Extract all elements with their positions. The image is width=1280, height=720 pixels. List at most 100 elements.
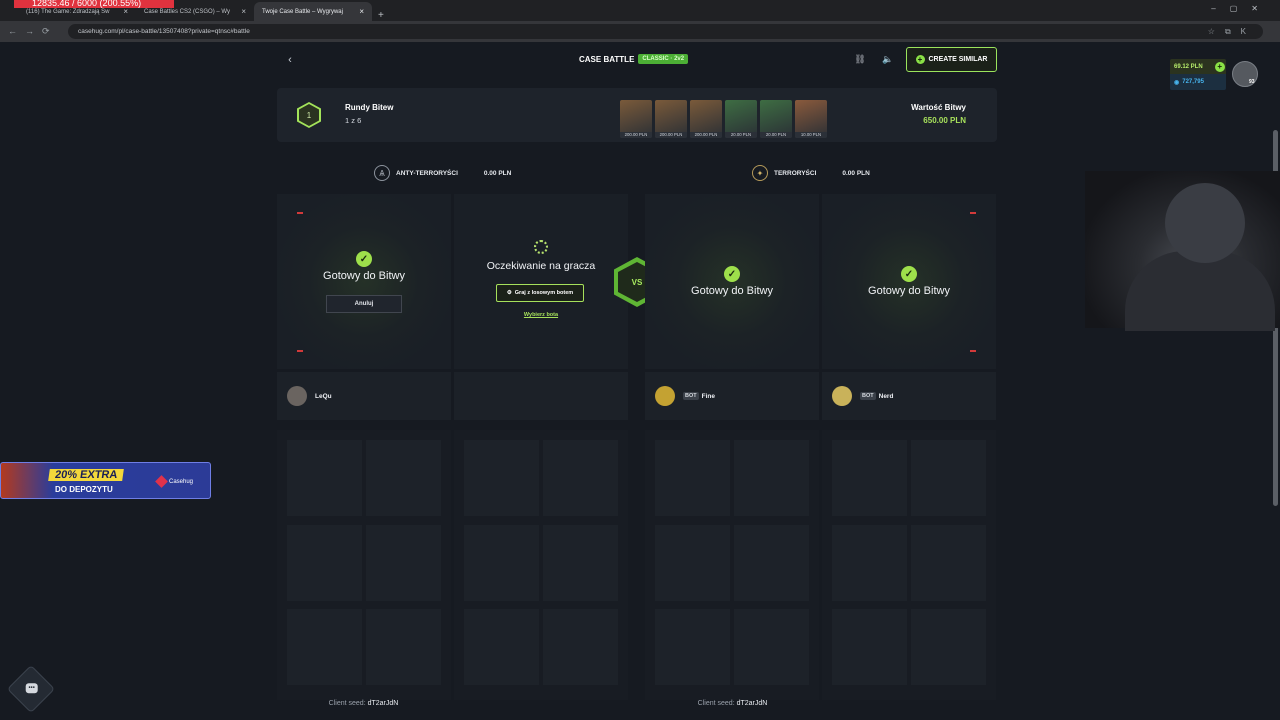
drop-cell	[832, 524, 907, 601]
drop-cell	[543, 524, 618, 601]
wallet[interactable]: 69.12 PLN + ◉ 727,795	[1170, 59, 1226, 93]
webcam-overlay	[1085, 171, 1280, 331]
battle-value-amount: 650.00 PLN	[923, 116, 966, 125]
close-icon[interactable]: ×	[359, 7, 364, 16]
ready-text: Gotowy do Bitwy	[323, 270, 405, 282]
drop-cell	[366, 440, 441, 516]
url-field[interactable]: casehug.com/pl/case-battle/13507408?priv…	[68, 24, 1263, 39]
seed-label: Client seed:	[697, 700, 735, 707]
case-item[interactable]: 200.00 PLN	[620, 100, 652, 138]
check-icon: ✓	[724, 266, 740, 282]
drop-cell	[734, 440, 809, 516]
drop-cell	[655, 524, 730, 601]
webcam-body	[1125, 251, 1275, 331]
new-tab-icon[interactable]: +	[372, 10, 390, 21]
case-price: 200.00 PLN	[620, 132, 652, 138]
plus-icon: +	[915, 55, 925, 64]
address-bar-row: ←→⟳ casehug.com/pl/case-battle/13507408?…	[0, 21, 1280, 42]
promo-brand: Casehug	[155, 475, 193, 488]
corner-mark	[970, 350, 976, 352]
balance-value: 69.12 PLN	[1174, 63, 1203, 70]
deposit-plus-icon[interactable]: +	[1214, 61, 1225, 72]
drop-cell	[287, 609, 362, 686]
drop-cell	[832, 609, 907, 686]
create-similar-label: CREATE SIMILAR	[928, 56, 988, 63]
player-name: Fine	[701, 392, 715, 400]
case-item[interactable]: 200.00 PLN	[655, 100, 687, 138]
drop-grid-2	[454, 430, 628, 700]
player-row-4[interactable]: BOT Nerd	[822, 372, 996, 420]
choose-bot-link[interactable]: Wybierz bota	[454, 312, 628, 318]
team-name: TERRORYŚCI	[774, 169, 817, 177]
play-with-bot-label: Graj z losowym botem	[514, 290, 574, 296]
team-name: ANTY-TERRORYŚCI	[396, 169, 458, 177]
user-level: 93	[1249, 79, 1255, 85]
window-controls[interactable]: –▢✕	[1211, 4, 1272, 13]
player-row-3[interactable]: BOT Fine	[645, 372, 819, 420]
page-content: ‹ CASE BATTLE CLASSIC · 2v2 ⛓ 🔈 + CREATE…	[0, 42, 1280, 720]
sound-icon[interactable]: 🔈	[881, 52, 895, 66]
player-slot-3: ✓ Gotowy do Bitwy	[645, 194, 819, 369]
title-wrap: CASE BATTLE CLASSIC · 2v2	[579, 54, 689, 64]
close-icon[interactable]: ×	[241, 7, 246, 16]
chat-icon: •••	[25, 683, 38, 694]
create-similar-button[interactable]: + CREATE SIMILAR	[906, 47, 997, 72]
case-item[interactable]: 10.00 PLN	[795, 100, 827, 138]
drop-cell	[543, 440, 618, 516]
bot-avatar	[655, 386, 675, 406]
chevron-left-icon: ‹	[288, 54, 292, 66]
case-price: 20.00 PLN	[760, 132, 792, 138]
back-button[interactable]: ‹	[277, 48, 303, 72]
player-row-1[interactable]: LeQu	[277, 372, 451, 420]
play-with-bot-button[interactable]: ⚙ Graj z losowym botem	[496, 284, 584, 302]
nav-buttons[interactable]: ←→⟳	[8, 26, 68, 37]
bot-avatar	[832, 386, 852, 406]
battle-header: ‹ CASE BATTLE CLASSIC · 2v2 ⛓ 🔈 + CREATE…	[277, 45, 997, 75]
brand-logo-icon	[155, 475, 168, 488]
drop-cell	[543, 609, 618, 686]
corner-mark	[297, 212, 303, 214]
promo-deposit: DO DEPOZYTU	[55, 485, 113, 494]
case-item[interactable]: 200.00 PLN	[690, 100, 722, 138]
browser-tab-3[interactable]: Twoje Case Battle – Wygrywaj ×	[254, 2, 372, 21]
drop-cell	[464, 609, 539, 686]
corner-mark	[970, 212, 976, 214]
case-price: 20.00 PLN	[725, 132, 757, 138]
drop-cell	[366, 524, 441, 601]
avatar	[287, 386, 307, 406]
bot-tag: BOT	[683, 392, 699, 400]
deposit-promo-banner[interactable]: 20% EXTRA DO DEPOZYTU Casehug	[0, 462, 211, 499]
player-name: Nerd	[878, 392, 894, 400]
seed-value: dT2arJdN	[367, 700, 399, 707]
team-total: 0.00 PLN	[483, 169, 512, 177]
browser-tab-label: Twoje Case Battle – Wygrywaj	[262, 8, 343, 15]
drop-cell	[911, 440, 986, 516]
t-team-icon: ✦	[752, 165, 768, 181]
player-slot-1: ✓ Gotowy do Bitwy Anuluj	[277, 194, 451, 369]
team-t: ✦ TERRORYŚCI 0.00 PLN	[752, 165, 870, 181]
seed-label: Client seed:	[328, 700, 366, 707]
link-icon[interactable]: ⛓	[853, 52, 867, 66]
drop-cell	[911, 524, 986, 601]
player-name: LeQu	[315, 392, 332, 400]
loading-spinner-icon	[534, 240, 548, 254]
drop-grid-3	[645, 430, 819, 700]
stream-goal-overlay: 12835.46 / 6000 (200.55%)	[14, 0, 174, 8]
team-total: 0.00 PLN	[842, 169, 870, 177]
cancel-button[interactable]: Anuluj	[326, 295, 402, 313]
close-icon[interactable]: ×	[123, 7, 128, 16]
balance[interactable]: 69.12 PLN +	[1170, 59, 1226, 74]
webcam-head	[1165, 183, 1245, 263]
browser-actions[interactable]: ☆⧉K	[1208, 27, 1256, 37]
ready-text: Gotowy do Bitwy	[691, 285, 773, 297]
browser-tab-strip: 12835.46 / 6000 (200.55%) (116) The Game…	[0, 0, 1280, 21]
player-slot-2: Oczekiwanie na gracza ⚙ Graj z losowym b…	[454, 194, 628, 369]
coins: ◉ 727,795	[1170, 74, 1226, 90]
chat-button[interactable]: •••	[6, 664, 56, 714]
case-item[interactable]: 20.00 PLN	[725, 100, 757, 138]
rounds-value: 1 z 6	[345, 116, 362, 125]
case-list: 200.00 PLN 200.00 PLN 200.00 PLN 20.00 P…	[620, 100, 827, 138]
case-item[interactable]: 20.00 PLN	[760, 100, 792, 138]
drop-cell	[655, 440, 730, 516]
battle-value-label: Wartość Bitwy	[911, 103, 966, 112]
